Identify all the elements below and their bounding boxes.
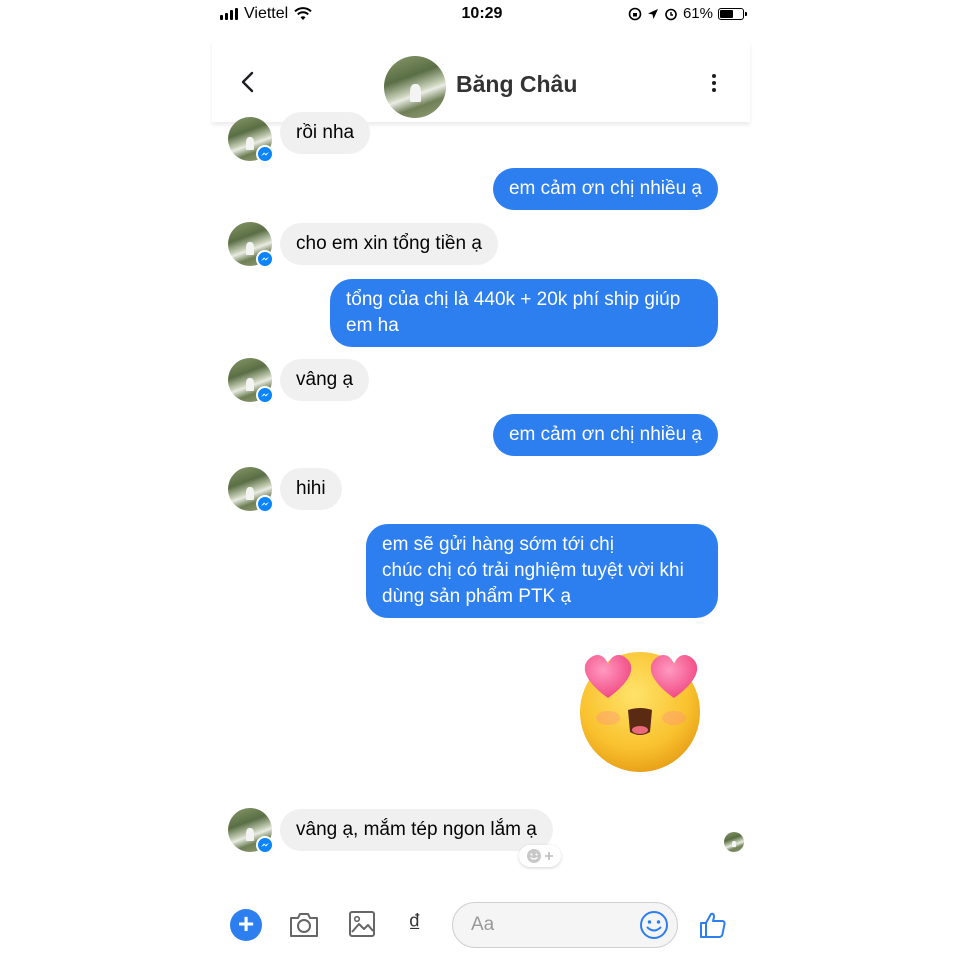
contact-avatar-small[interactable] <box>228 808 274 854</box>
contact-name[interactable]: Băng Châu <box>456 71 577 98</box>
messenger-badge-icon <box>256 495 274 513</box>
incoming-message[interactable]: hihi <box>280 468 342 510</box>
messenger-badge-icon <box>256 250 274 268</box>
incoming-message[interactable]: vâng ạ, mắm tép ngon lắm ạ <box>280 809 553 851</box>
status-right: 61% <box>628 5 747 22</box>
battery-fill <box>720 9 734 18</box>
location-icon <box>647 8 658 19</box>
camera-icon[interactable] <box>288 910 320 940</box>
outgoing-message[interactable]: em cảm ơn chị nhiều ạ <box>492 414 718 456</box>
message-composer: + ₫ <box>212 890 750 960</box>
rotation-lock-icon <box>628 7 642 20</box>
messenger-badge-icon <box>256 145 274 163</box>
messenger-badge-icon <box>256 836 274 854</box>
gallery-icon[interactable] <box>348 910 376 938</box>
outgoing-message[interactable]: em sẽ gửi hàng sớm tới chị chúc chị có t… <box>366 524 718 618</box>
message-input-container[interactable] <box>452 902 678 948</box>
conversation-header: Băng Châu <box>212 40 750 122</box>
thumbs-up-icon[interactable] <box>698 910 728 940</box>
messenger-badge-icon <box>256 386 274 404</box>
battery-icon <box>718 7 747 20</box>
contact-avatar-small[interactable] <box>228 222 274 268</box>
more-options-icon[interactable] <box>708 74 720 96</box>
incoming-message[interactable]: cho em xin tổng tiền ạ <box>280 223 498 265</box>
incoming-message[interactable]: vâng ạ <box>280 359 370 401</box>
heart-eyes-emoji-icon[interactable] <box>578 648 702 772</box>
message-input[interactable] <box>471 914 631 936</box>
add-plus-button[interactable]: + <box>230 909 262 941</box>
plus-icon <box>545 852 553 860</box>
seen-indicator-avatar <box>724 832 744 852</box>
contact-avatar-small[interactable] <box>228 117 274 163</box>
outgoing-message[interactable]: tổng của chị là 440k + 20k phí ship giúp… <box>330 279 718 347</box>
smiley-icon <box>527 849 541 863</box>
incoming-message[interactable]: rồi nha <box>280 112 371 154</box>
status-bar: Viettel 10:29 61% <box>212 0 752 30</box>
outgoing-message[interactable]: em cảm ơn chị nhiều ạ <box>492 168 718 210</box>
add-reaction-button[interactable] <box>519 845 561 867</box>
contact-avatar[interactable] <box>384 56 446 118</box>
contact-avatar-small[interactable] <box>228 467 274 513</box>
back-arrow-icon[interactable] <box>236 70 260 94</box>
alarm-icon <box>665 8 677 20</box>
emoji-picker-icon[interactable] <box>639 910 669 940</box>
payment-dong-icon[interactable]: ₫ <box>408 908 421 939</box>
battery-percent: 61% <box>682 5 713 22</box>
contact-avatar-small[interactable] <box>228 358 274 404</box>
